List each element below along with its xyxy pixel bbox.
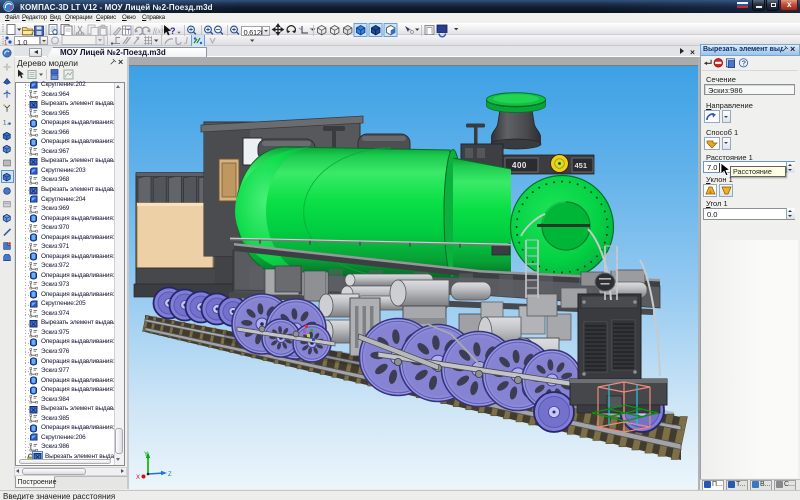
svg-text:Z: Z	[168, 472, 172, 478]
svg-text:400: 400	[512, 161, 527, 170]
svg-text:Y: Y	[144, 452, 148, 458]
svg-text:X: X	[136, 475, 140, 481]
svg-text:1.: 1.	[3, 119, 9, 126]
svg-text:?: ?	[742, 58, 746, 67]
svg-text:451: 451	[575, 161, 588, 170]
svg-text:J: J	[184, 36, 189, 46]
